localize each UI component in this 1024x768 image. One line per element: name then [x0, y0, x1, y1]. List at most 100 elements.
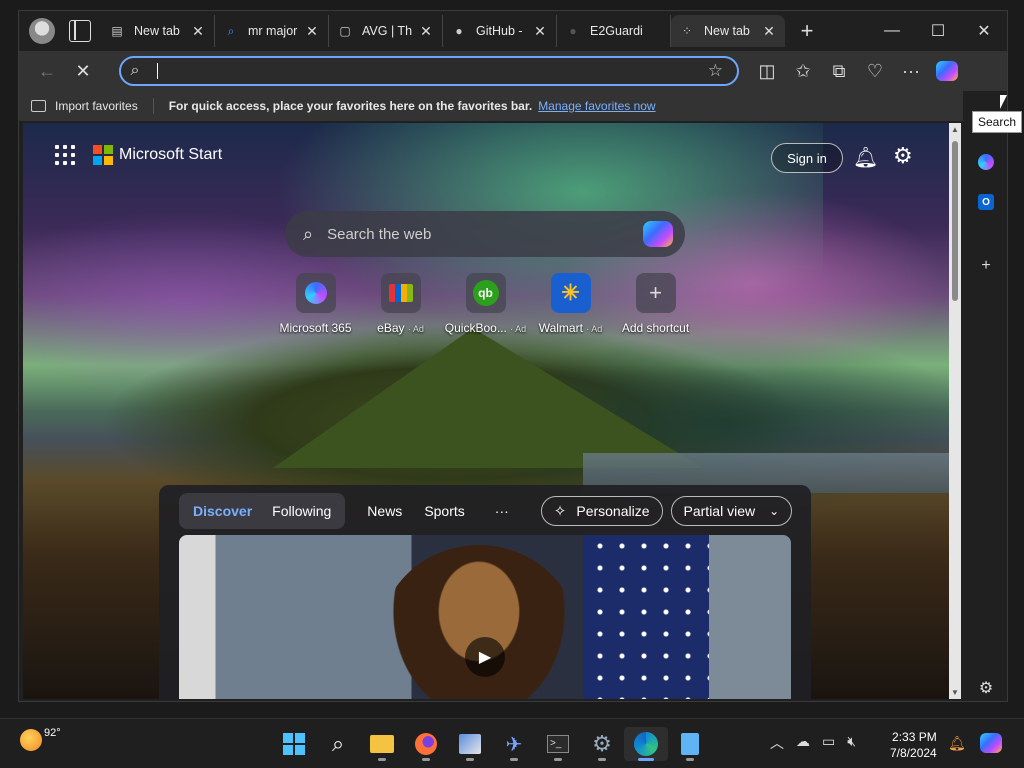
sun-weather-icon	[20, 729, 42, 751]
network-icon[interactable]: ▭	[822, 733, 835, 753]
more-categories-button[interactable]: ···	[495, 503, 509, 519]
sidebar-outlook-icon[interactable]: O	[973, 189, 999, 215]
taskbar: 92° ⌕ ✈ >_ ⚙ ︿ ☁ ▭ 🔇︎ 2:33 PM 7/8/2024 🔔…	[0, 718, 1024, 768]
stop-loading-button[interactable]: ✕	[65, 56, 101, 86]
taskbar-search-icon[interactable]: ⌕	[316, 727, 360, 761]
notepad-icon[interactable]	[668, 727, 712, 761]
tab-search-result[interactable]: ⌕ mr major ✕	[215, 15, 329, 47]
tab-title: New tab	[134, 24, 180, 38]
tab-title: E2Guardi	[590, 24, 643, 38]
close-tab-icon[interactable]: ✕	[532, 23, 548, 40]
chevron-up-icon[interactable]: ︿	[770, 733, 784, 753]
shortcut-label: eBay	[377, 321, 405, 335]
copilot-icon[interactable]	[929, 56, 965, 86]
personalize-button[interactable]: ✧ Personalize	[540, 496, 663, 526]
back-button[interactable]: ←	[29, 56, 65, 86]
profile-avatar[interactable]	[29, 18, 55, 44]
favorites-bar: Import favorites For quick access, place…	[19, 91, 1007, 121]
start-button[interactable]	[272, 727, 316, 761]
loading-icon: ⁘	[681, 24, 693, 38]
divider	[152, 98, 154, 114]
sidebar-settings-gear-icon[interactable]: ⚙	[973, 675, 999, 701]
background-mountain	[273, 328, 703, 468]
volume-muted-icon[interactable]: 🔇︎	[847, 733, 856, 753]
shortcut-label: QuickBoo...	[444, 321, 507, 335]
minimize-button[interactable]: —	[869, 11, 915, 51]
search-icon: ⌕	[130, 62, 140, 79]
import-favorites-label: Import favorites	[55, 99, 138, 113]
search-icon: ⌕	[303, 223, 314, 244]
sidebar-copilot-icon[interactable]	[973, 149, 999, 175]
clock[interactable]: 2:33 PM 7/8/2024	[890, 729, 937, 761]
weather-widget[interactable]: 92°	[20, 727, 61, 751]
tab-new-tab-1[interactable]: ▤ New tab ✕	[101, 15, 215, 47]
bird-app-icon[interactable]: ✈	[492, 727, 536, 761]
tab-following[interactable]: Following	[262, 503, 341, 519]
tab-github[interactable]: ● GitHub - ✕	[443, 15, 557, 47]
cloud-offline-icon[interactable]: ☁	[796, 733, 810, 753]
virtual-xp-icon[interactable]	[448, 727, 492, 761]
address-input[interactable]	[162, 63, 708, 79]
split-screen-icon[interactable]: ◫	[749, 56, 785, 86]
tab-title: New tab	[704, 24, 750, 38]
ms-start-brand[interactable]: Microsoft Start	[119, 146, 222, 164]
play-video-icon[interactable]: ▶	[465, 637, 505, 677]
tab-strip: ▤ New tab ✕ ⌕ mr major ✕ ▢ AVG | Th ✕ ● …	[19, 11, 1007, 51]
shortcut-label: QuickBoo... · Ad	[445, 321, 526, 335]
web-search-box[interactable]: ⌕ Search the web	[285, 211, 685, 257]
shortcut-label: Microsoft 365	[279, 321, 352, 335]
sidebar-add-icon[interactable]: +	[973, 253, 999, 279]
feed-hero-story[interactable]: ▶	[179, 535, 791, 699]
close-tab-icon[interactable]: ✕	[190, 23, 206, 40]
tab-discover[interactable]: Discover	[183, 503, 262, 519]
tab-new-tab-active[interactable]: ⁘ New tab ✕	[671, 15, 785, 47]
maximize-button[interactable]: ☐	[915, 11, 961, 51]
scroll-up-icon[interactable]: ▲	[951, 125, 959, 134]
page-settings-gear-icon[interactable]: ⚙	[893, 143, 913, 169]
window-controls: — ☐ ✕	[869, 11, 1007, 51]
edge-browser-icon[interactable]	[624, 727, 668, 761]
close-tab-icon[interactable]: ✕	[761, 23, 777, 40]
close-tab-icon[interactable]: ✕	[418, 23, 434, 40]
sign-in-button[interactable]: Sign in	[771, 143, 843, 173]
import-favorites-button[interactable]: Import favorites	[31, 99, 138, 113]
tab-avg[interactable]: ▢ AVG | Th ✕	[329, 15, 443, 47]
quick-links: Microsoft 365 eBay · Ad qb QuickBoo... ·…	[273, 273, 698, 335]
document-icon: ▢	[339, 24, 351, 38]
personalize-label: Personalize	[576, 503, 650, 519]
tab-actions-icon[interactable]	[69, 20, 91, 42]
favorite-star-icon[interactable]: ☆	[708, 61, 723, 81]
nav-sports[interactable]: Sports	[424, 503, 464, 519]
app-launcher-icon[interactable]	[55, 145, 75, 165]
shortcut-ebay[interactable]: eBay · Ad	[358, 273, 443, 335]
shortcut-walmart[interactable]: ✳ Walmart · Ad	[528, 273, 613, 335]
page-scrollbar[interactable]: ▲ ▼	[949, 123, 961, 699]
manage-favorites-link[interactable]: Manage favorites now	[538, 99, 655, 113]
shortcut-microsoft-365[interactable]: Microsoft 365	[273, 273, 358, 335]
shortcut-quickbooks[interactable]: qb QuickBoo... · Ad	[443, 273, 528, 335]
more-options-icon[interactable]: ···	[893, 56, 929, 86]
firefox-icon[interactable]	[404, 727, 448, 761]
browser-essentials-icon[interactable]: ♡	[857, 56, 893, 86]
notifications-bell-icon[interactable]: 🔔︎	[853, 145, 878, 170]
notification-bell-icon[interactable]: 🔔︎	[948, 735, 966, 752]
close-window-button[interactable]: ✕	[961, 11, 1007, 51]
mouse-cursor	[1000, 95, 1007, 109]
collections-icon[interactable]: ⧉	[821, 56, 857, 86]
copilot-icon[interactable]	[643, 221, 673, 247]
new-tab-button[interactable]: +	[793, 18, 821, 44]
close-tab-icon[interactable]: ✕	[304, 23, 320, 40]
add-shortcut-button[interactable]: + Add shortcut	[613, 273, 698, 335]
file-explorer-icon[interactable]	[360, 727, 404, 761]
scrollbar-thumb[interactable]	[952, 141, 958, 301]
settings-gear-icon[interactable]: ⚙	[580, 727, 624, 761]
favorites-icon[interactable]: ✩	[785, 56, 821, 86]
favorites-hint: For quick access, place your favorites h…	[168, 99, 533, 113]
terminal-icon[interactable]: >_	[536, 727, 580, 761]
tab-e2guardian[interactable]: ● E2Guardi	[557, 15, 671, 47]
copilot-taskbar-icon[interactable]	[980, 733, 1002, 753]
address-bar[interactable]: ⌕ ☆	[119, 56, 739, 86]
view-dropdown[interactable]: Partial view ⌄	[670, 496, 793, 526]
scroll-down-icon[interactable]: ▼	[951, 688, 959, 697]
nav-news[interactable]: News	[367, 503, 402, 519]
